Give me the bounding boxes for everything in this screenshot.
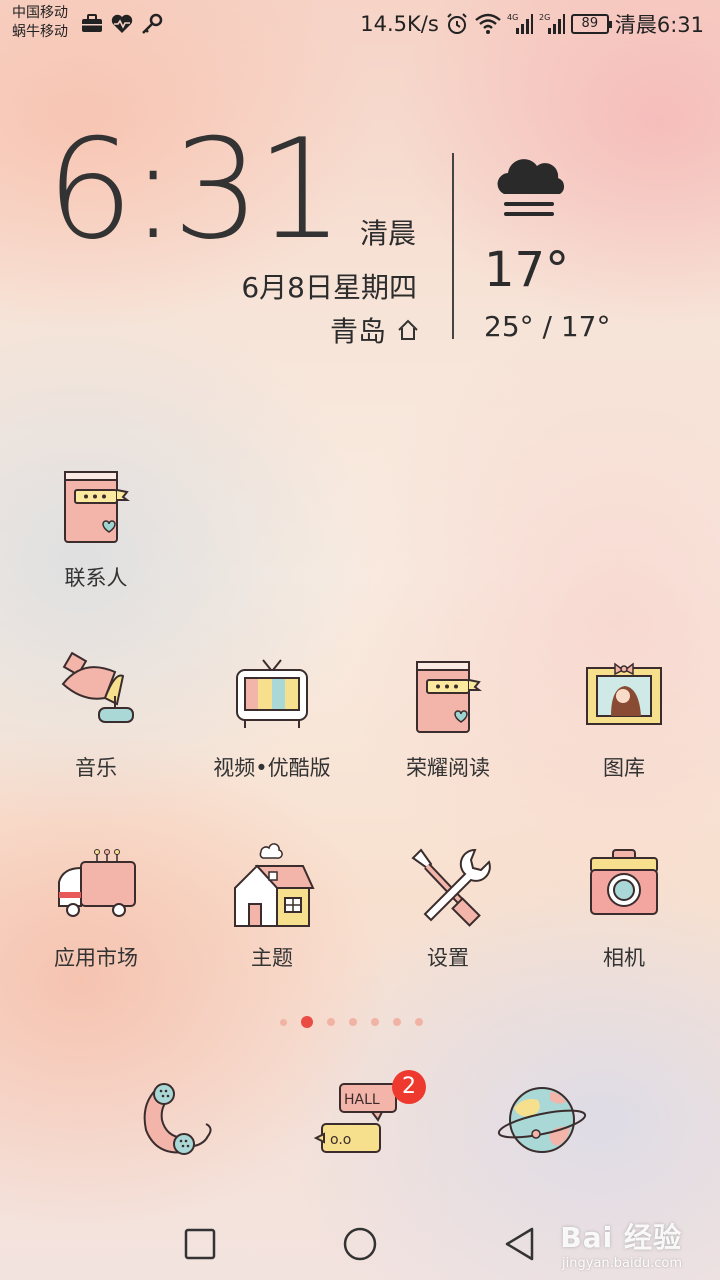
page-dot-6[interactable] [393,1018,401,1026]
square-icon [184,1228,216,1260]
tools-icon [405,842,491,928]
page-dot-4[interactable] [349,1018,357,1026]
page-indicator[interactable] [280,1014,423,1030]
carrier-labels: 中国移动 蜗牛移动 [12,4,68,42]
signal-4g-icon: 4G [507,13,533,34]
signal-2g-icon: 2G [539,13,565,34]
wifi-icon [475,13,501,34]
app-label-camera: 相机 [603,946,645,970]
page-dot-1[interactable] [280,1018,287,1026]
bubble-text-hall: HALL [344,1092,380,1108]
app-contacts[interactable]: 联系人 [8,462,184,612]
clock-weather-widget[interactable]: 6:31 清晨 6月8日星期四 青岛 17° 25° / 17° [0,120,720,360]
current-temperature[interactable]: 17° [484,242,569,298]
app-honor-reading[interactable]: 荣耀阅读 [360,652,536,802]
app-label-appmarket: 应用市场 [54,946,138,970]
bubble-text-oo: o.o [330,1132,351,1148]
widget-divider [452,153,454,339]
dock-browser[interactable] [494,1072,590,1168]
watermark-main: Bai 经验 [560,1221,682,1254]
app-label-gallery: 图库 [603,756,645,780]
watermark-sub: jingyan.baidu.com [562,1256,682,1271]
page-dot-7[interactable] [415,1018,423,1026]
temperature-range: 25° / 17° [484,310,611,343]
app-appmarket[interactable]: 应用市场 [8,842,184,992]
city-name: 青岛 [329,315,386,348]
app-camera[interactable]: 相机 [536,842,712,992]
home-button[interactable] [338,1222,382,1266]
app-label-reading: 荣耀阅读 [406,756,490,780]
sim1-network-label: 4G [507,13,518,22]
house-icon [229,842,315,928]
recent-apps-button[interactable] [178,1222,222,1266]
carrier-1: 中国移动 [12,5,68,21]
clock-time[interactable]: 6:31 [46,120,344,260]
clock-period: 清晨 [360,217,417,250]
contacts-book-icon [53,462,139,548]
reading-book-icon [405,652,491,738]
app-label-music: 音乐 [75,756,117,780]
home-icon [398,319,418,340]
heart-pulse-icon [111,14,133,33]
alarm-icon [447,13,467,34]
unread-badge: 2 [392,1070,426,1104]
phone-icon [143,1083,212,1155]
city-location[interactable]: 青岛 [330,310,420,350]
circle-icon [343,1227,377,1261]
planet-browser-icon [497,1087,587,1153]
page-dot-2-current[interactable] [301,1016,313,1028]
key-icon [142,13,163,34]
photo-frame-icon [581,652,667,738]
baidu-jingyan-watermark: Bai 经验 jingyan.baidu.com [560,1216,682,1271]
app-label-themes: 主题 [251,946,293,970]
page-dot-5[interactable] [371,1018,379,1026]
triangle-back-icon [505,1227,534,1261]
status-time: 清晨6:31 [614,13,704,37]
app-label-video: 视频•优酷版 [213,756,331,780]
camera-icon [581,842,667,928]
status-bar: 中国移动 蜗牛移动 14.5K/s 4G 2G 89 清晨6:31 [0,0,720,48]
page-dot-3[interactable] [327,1018,335,1026]
app-gallery[interactable]: 图库 [536,652,712,802]
app-label-contacts: 联系人 [64,566,128,590]
clock-date[interactable]: 6月8日星期四 [241,266,417,306]
net-speed: 14.5K/s [360,12,439,36]
briefcase-icon [82,14,102,32]
app-music[interactable]: 音乐 [8,651,184,802]
app-video-youku[interactable]: 视频•优酷版 [184,652,360,802]
sim2-network-label: 2G [539,13,550,22]
back-button[interactable] [498,1222,542,1266]
app-settings[interactable]: 设置 [360,842,536,992]
cloud-fog-icon[interactable] [494,150,570,222]
gramophone-icon [53,651,139,738]
truck-icon [53,842,139,928]
carrier-2: 蜗牛移动 [12,24,68,40]
dock-messages[interactable]: HALL o.o 2 [312,1070,426,1168]
app-themes[interactable]: 主题 [184,842,360,992]
tv-icon [229,652,315,738]
battery-indicator: 89 [570,14,612,34]
app-label-settings: 设置 [427,946,469,970]
dock-phone[interactable] [130,1072,226,1168]
